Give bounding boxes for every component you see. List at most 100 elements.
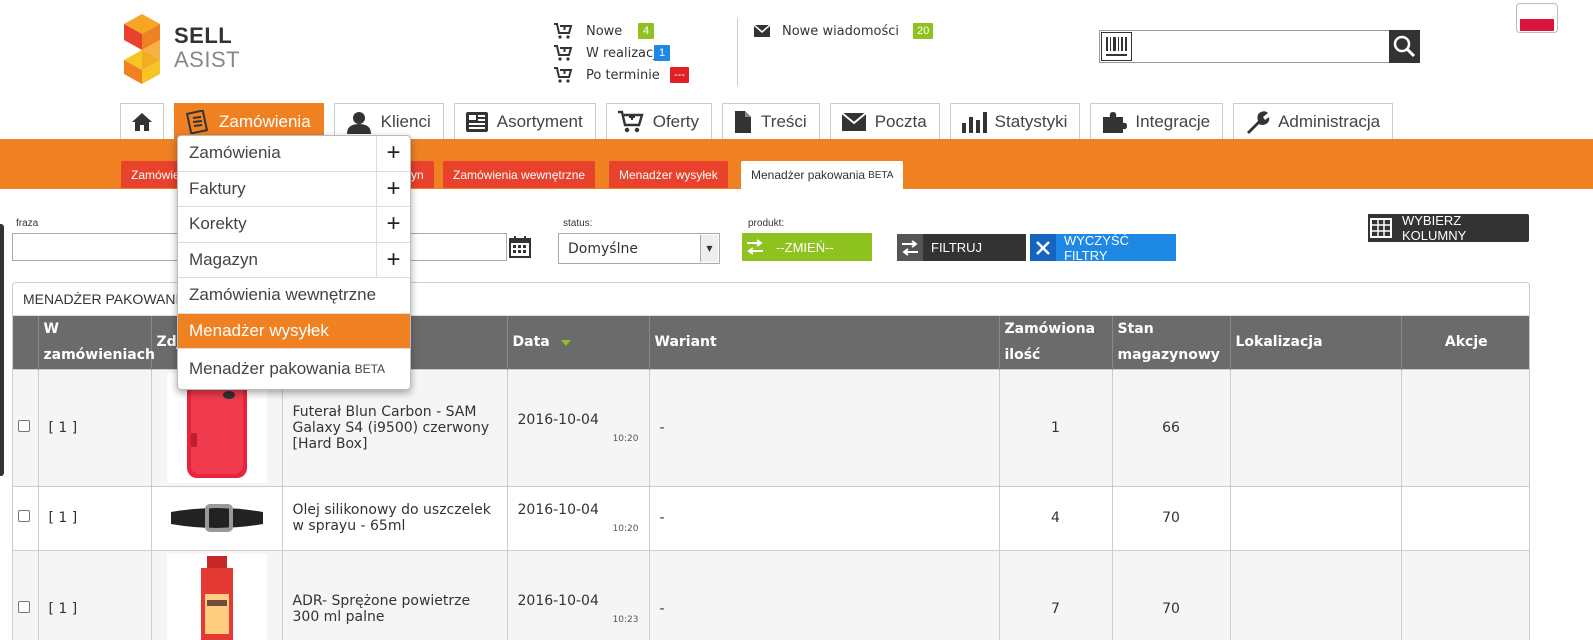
col-data-label: Data: [512, 334, 550, 351]
side-handle[interactable]: [0, 224, 4, 476]
status-select[interactable]: Domyślne ▼: [558, 233, 720, 264]
product-image: [162, 498, 272, 538]
catalog-icon: [465, 111, 488, 132]
row-time: 10:20: [612, 433, 639, 444]
nav-zamowienia[interactable]: Zamówienia: [174, 103, 324, 139]
menu-item-menadzer-wysylek[interactable]: Menadżer wysyłek: [178, 313, 410, 349]
row-variant: -: [648, 549, 999, 640]
product-image: [162, 553, 272, 640]
nav-zamowienia-label: Zamówienia: [219, 111, 311, 131]
menu-item-zamowienia-wewnetrzne[interactable]: Zamówienia wewnętrzne: [178, 278, 410, 314]
nav-tresci[interactable]: Treści: [722, 103, 820, 139]
cart-alert-icon: [554, 23, 573, 39]
nav-klienci[interactable]: Klienci: [333, 103, 444, 139]
nav-oferty[interactable]: Oferty: [605, 103, 713, 139]
nav-integracje[interactable]: Integracje: [1090, 103, 1224, 139]
choose-columns-button[interactable]: WYBIERZ KOLUMNY: [1368, 213, 1529, 243]
filter-button-label: FILTRUJ: [931, 240, 983, 255]
subtab-menadzer-pakowania[interactable]: Menadżer pakowania BETA: [741, 161, 904, 189]
col-akcje: Akcje: [1400, 316, 1529, 369]
menu-item-label: Faktury: [189, 178, 246, 198]
row-checkbox[interactable]: [18, 419, 30, 432]
stat-overdue[interactable]: Po terminie ---: [554, 64, 689, 86]
fraza-label: fraza: [16, 218, 39, 229]
nav-home[interactable]: [120, 103, 164, 139]
document-icon: [735, 110, 752, 133]
subtab-zamowienia[interactable]: Zamówie: [121, 161, 181, 188]
nav-asortyment[interactable]: Asortyment: [453, 103, 596, 139]
status-label: status:: [563, 218, 593, 229]
menu-item-korekty[interactable]: Korekty +: [178, 207, 410, 243]
logo-icon: [124, 14, 160, 84]
add-invoice-button[interactable]: +: [376, 171, 410, 206]
col-data[interactable]: Data: [506, 316, 649, 369]
search-box: [1099, 30, 1420, 63]
col-stan[interactable]: Stan magazynowy: [1111, 316, 1230, 369]
menu-item-menadzer-pakowania[interactable]: Menadżer pakowania BETA: [178, 349, 410, 389]
orders-icon: [185, 109, 209, 134]
subtab-zamowienia-wewnetrzne[interactable]: Zamówienia wewnętrzne: [443, 161, 596, 188]
row-checkbox[interactable]: [18, 510, 30, 522]
row-w-zamowieniach[interactable]: [ 1 ]: [37, 368, 151, 486]
search-input[interactable]: [1134, 31, 1389, 62]
menu-item-label: Zamówienia: [189, 143, 281, 163]
nav-poczta[interactable]: Poczta: [829, 103, 940, 139]
col-w-zamowieniach[interactable]: W zamówieniach: [37, 316, 155, 369]
stat-in-progress[interactable]: W realizacji 1: [554, 42, 689, 64]
produkt-label: produkt:: [748, 218, 785, 229]
menu-item-label: Menadżer wysyłek: [189, 320, 329, 340]
menu-item-label: Korekty: [189, 214, 247, 234]
row-w-zamowieniach[interactable]: [ 1 ]: [37, 549, 151, 640]
home-icon: [132, 112, 152, 131]
clear-filters-label: WYCZYŚĆ FILTRY: [1063, 232, 1129, 263]
logo[interactable]: SELL ASIST: [120, 14, 250, 86]
bar-chart-icon: [961, 111, 987, 133]
wrench-icon: [1247, 110, 1270, 134]
row-location: [1229, 368, 1401, 486]
search-button[interactable]: [1389, 30, 1420, 63]
nav-klienci-label: Klienci: [380, 111, 431, 131]
row-checkbox[interactable]: [18, 600, 30, 613]
subtab-menadzer-pakowania-label: Menadżer pakowania: [751, 168, 866, 182]
row-qty: 4: [998, 485, 1112, 550]
stat-overdue-count: ---: [670, 67, 689, 83]
produkt-change-button[interactable]: --ZMIEŃ--: [742, 233, 872, 261]
main-nav: Zamówienia Klienci Asortyment Oferty Tre…: [120, 103, 1403, 139]
col-ilosc[interactable]: Zamówiona ilość: [998, 316, 1112, 369]
barcode-icon[interactable]: [1101, 32, 1132, 61]
spray-can-image: [166, 553, 267, 640]
col-wariant[interactable]: Wariant: [648, 316, 999, 369]
row-location: [1229, 549, 1401, 640]
clear-filters-button[interactable]: WYCZYŚĆ FILTRY: [1030, 232, 1176, 263]
add-correction-button[interactable]: +: [376, 207, 410, 242]
language-flag-pl[interactable]: [1516, 3, 1558, 33]
nav-administracja-label: Administracja: [1278, 111, 1381, 131]
table-row: [ 1 ] Olej silikonowy do uszczelek w spr…: [13, 485, 1529, 550]
stat-new[interactable]: Nowe 4: [554, 20, 689, 42]
add-warehouse-button[interactable]: +: [376, 242, 410, 277]
subtab-menadzer-wysylek[interactable]: Menadżer wysyłek: [609, 161, 728, 188]
row-variant: -: [648, 368, 999, 486]
nav-statystyki[interactable]: Statystyki: [949, 103, 1081, 139]
row-w-zamowieniach[interactable]: [ 1 ]: [37, 485, 151, 550]
row-variant: -: [648, 485, 999, 550]
nav-statystyki-label: Statystyki: [994, 111, 1068, 131]
choose-columns-label: WYBIERZ KOLUMNY: [1401, 213, 1467, 243]
logo-text-sell: SELL: [174, 23, 233, 48]
add-order-button[interactable]: +: [376, 136, 410, 171]
filter-button[interactable]: FILTRUJ: [897, 234, 1026, 261]
menu-item-magazyn[interactable]: Magazyn +: [178, 242, 410, 278]
menu-item-faktury[interactable]: Faktury +: [178, 171, 410, 207]
calendar-icon[interactable]: [509, 236, 531, 258]
new-messages[interactable]: Nowe wiadomości 20: [754, 20, 934, 42]
row-stock: 70: [1111, 485, 1230, 550]
col-lokalizacja[interactable]: Lokalizacja: [1229, 316, 1401, 369]
row-actions: [1400, 368, 1529, 486]
date-input[interactable]: [405, 233, 507, 261]
row-actions: [1400, 549, 1529, 640]
table-row: [ 1 ] ADR- Sprężone powietrze 300 ml pal…: [13, 549, 1529, 640]
menu-item-zamowienia[interactable]: Zamówienia +: [178, 136, 410, 172]
fraza-input[interactable]: [12, 233, 182, 261]
nav-administracja[interactable]: Administracja: [1233, 103, 1394, 139]
cart-alert-icon: [554, 67, 573, 83]
